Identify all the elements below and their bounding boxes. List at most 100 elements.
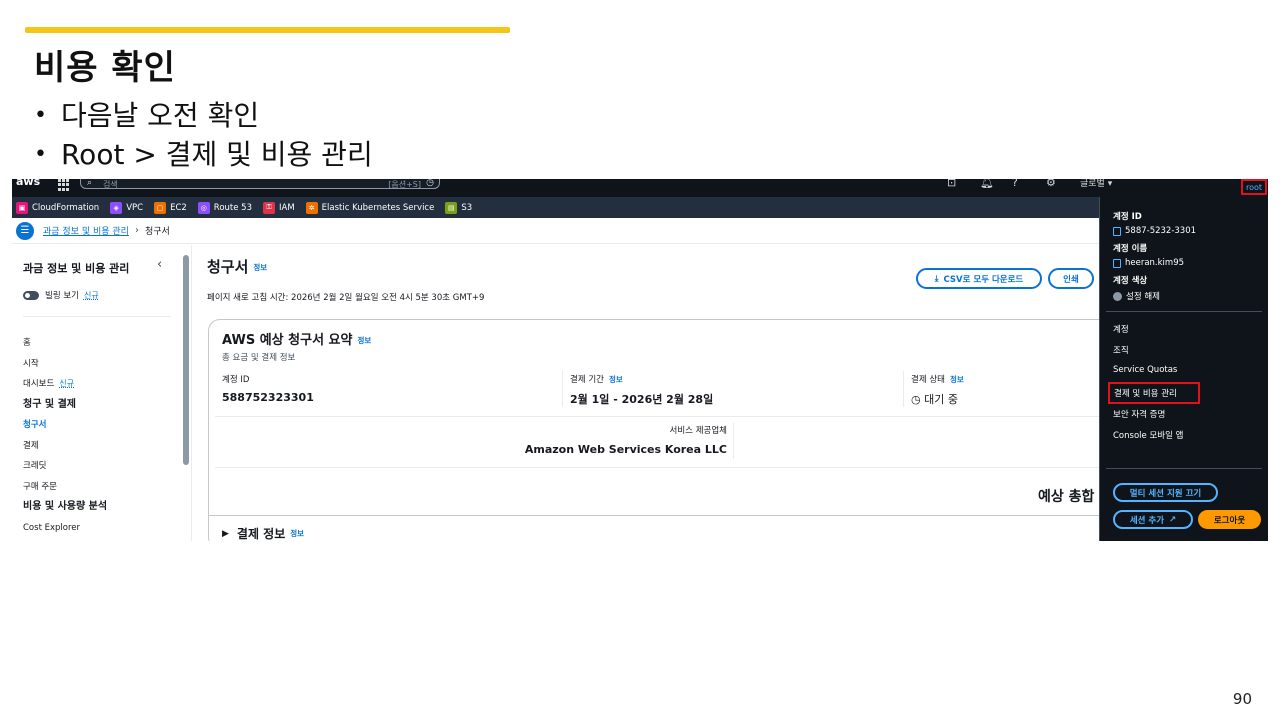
sidebar-item-label: 청구서 xyxy=(23,420,47,430)
favorite-iam[interactable]: ⚿ IAM xyxy=(263,201,295,214)
multi-session-off-button[interactable]: 멀티 세션 지원 끄기 xyxy=(1113,483,1218,502)
sidebar-item-label: 시작 xyxy=(23,358,39,369)
divider xyxy=(209,515,1129,516)
logout-button[interactable]: 로그아웃 xyxy=(1198,510,1261,529)
ec2-icon: ▢ xyxy=(154,201,167,214)
external-link-icon: ↗ xyxy=(1169,514,1177,525)
summary-title: AWS 예상 청구서 요약 정보 xyxy=(222,329,371,348)
help-icon[interactable]: ? xyxy=(1012,179,1018,189)
copy-icon[interactable] xyxy=(1113,258,1121,268)
favorite-eks[interactable]: ✲ Elastic Kubernetes Service xyxy=(305,201,435,214)
sidebar-item-credits[interactable]: 크레딧 xyxy=(23,456,107,477)
copy-icon[interactable] xyxy=(1113,226,1121,236)
sidebar-item-label: 크레딧 xyxy=(23,461,47,471)
aws-logo-icon[interactable]: aws xyxy=(16,179,40,188)
field-label: 결제 기간 정보 xyxy=(570,373,713,385)
info-link[interactable]: 정보 xyxy=(950,375,964,384)
clock-icon: ◷ xyxy=(911,393,925,406)
sidebar-item-getting-started[interactable]: 시작 xyxy=(23,354,107,375)
sidebar-item-purchase-orders[interactable]: 구매 주문 xyxy=(23,477,107,498)
sidebar-section-cost-usage: 비용 및 사용량 분석 xyxy=(23,497,107,518)
sidebar-scrollbar[interactable] xyxy=(183,255,189,465)
billing-status-field: 결제 상태 정보 ◷ 대기 중 xyxy=(911,373,964,407)
region-selector[interactable]: 글로벌 ▾ xyxy=(1080,179,1112,189)
slide-bullet-list: 다음날 오전 확인 Root > 결제 및 비용 관리 xyxy=(34,96,373,174)
field-label: 계정 ID xyxy=(222,375,250,385)
sidebar-item-dashboard[interactable]: 대시보드 신규 xyxy=(23,374,107,395)
sidebar-item-bills[interactable]: 청구서 xyxy=(23,415,107,436)
sidebar-item-label: 대시보드 xyxy=(23,379,55,389)
billing-view-toggle[interactable]: 빌링 보기 신규 xyxy=(23,289,99,301)
toggle-switch[interactable] xyxy=(23,290,39,300)
account-id-block: 계정 ID 5887-5232-3301 xyxy=(1113,210,1196,236)
title-accent-bar xyxy=(25,27,510,33)
sidebar-item-payments[interactable]: 결제 xyxy=(23,436,107,457)
favorite-route53[interactable]: ◎ Route 53 xyxy=(197,201,252,214)
menu-item-service-quotas[interactable]: Service Quotas xyxy=(1113,365,1177,375)
sidebar-item-home[interactable]: 홈 xyxy=(23,333,107,354)
search-input[interactable]: ⌕ 검색 [옵션+S] ◷ xyxy=(80,179,440,189)
vpc-icon: ◈ xyxy=(110,201,123,214)
info-link[interactable]: 정보 xyxy=(357,336,371,345)
account-dropdown-menu: 계정 ID 5887-5232-3301 계정 이름 heeran.kim95 … xyxy=(1099,197,1268,541)
add-session-button[interactable]: 세션 추가 ↗ xyxy=(1113,510,1193,529)
slide-bullet: 다음날 오전 확인 xyxy=(34,96,373,135)
route53-icon: ◎ xyxy=(197,201,210,214)
refresh-timestamp: 페이지 새로 고침 시간: 2026년 2월 2일 월요일 오전 4시 5분 3… xyxy=(207,293,485,303)
account-menu-button[interactable]: root xyxy=(1241,179,1267,195)
breadcrumb-link-billing[interactable]: 과금 정보 및 비용 관리 xyxy=(43,224,129,237)
sidebar-item-label: 홈 xyxy=(23,338,31,348)
collapse-chevron-icon[interactable]: ‹ xyxy=(157,257,162,272)
favorite-s3[interactable]: ▤ S3 xyxy=(445,201,472,214)
cloudshell-icon[interactable]: ⊡ xyxy=(947,179,956,189)
field-value: 2월 1일 - 2026년 2월 28일 xyxy=(570,393,714,406)
favorite-vpc[interactable]: ◈ VPC xyxy=(110,201,143,214)
favorite-ec2[interactable]: ▢ EC2 xyxy=(154,201,187,214)
iam-icon: ⚿ xyxy=(263,201,275,214)
account-id-text: 5887-5232-3301 xyxy=(1125,226,1197,236)
new-badge[interactable]: 신규 xyxy=(84,290,99,301)
new-badge[interactable]: 신규 xyxy=(59,374,74,395)
history-icon[interactable]: ◷ xyxy=(426,179,434,188)
field-label: 계정 이름 xyxy=(1113,244,1148,254)
divider xyxy=(23,316,171,317)
menu-item-billing-cost-management[interactable]: 결제 및 비용 관리 xyxy=(1108,382,1200,404)
menu-item-console-mobile-app[interactable]: Console 모바일 앱 xyxy=(1113,429,1183,441)
search-icon: ⌕ xyxy=(87,179,93,188)
favorite-cloudformation[interactable]: ▣ CloudFormation xyxy=(16,201,99,214)
sidebar-item-cost-explorer[interactable]: Cost Explorer xyxy=(23,518,107,539)
s3-icon: ▤ xyxy=(445,201,458,214)
field-label-text: 결제 기간 xyxy=(570,375,604,385)
account-name-text: heeran.kim95 xyxy=(1125,258,1185,268)
divider xyxy=(733,423,734,459)
account-color-block: 계정 색상 설정 해제 xyxy=(1113,274,1160,302)
estimated-total-label: 예상 총합 xyxy=(1038,489,1095,505)
settings-gear-icon[interactable]: ⚙ xyxy=(1046,179,1056,189)
sidebar-item-label: 결제 xyxy=(23,440,39,451)
field-value[interactable]: 설정 해제 xyxy=(1113,290,1160,302)
info-link[interactable]: 정보 xyxy=(609,375,623,384)
breadcrumb: ☰ 과금 정보 및 비용 관리 › 청구서 xyxy=(12,218,1268,244)
slide-bullet: Root > 결제 및 비용 관리 xyxy=(34,135,373,174)
info-link[interactable]: 정보 xyxy=(290,528,304,539)
favorite-label: Route 53 xyxy=(213,202,252,213)
chevron-right-icon: › xyxy=(134,225,139,236)
services-grid-icon[interactable] xyxy=(58,179,70,191)
menu-hamburger-icon[interactable]: ☰ xyxy=(16,221,34,240)
slide-title: 비용 확인 xyxy=(34,48,176,88)
menu-item-organization[interactable]: 조직 xyxy=(1113,344,1129,356)
field-label: 계정 ID xyxy=(1113,212,1142,222)
menu-item-security-credentials[interactable]: 보안 자격 증명 xyxy=(1113,408,1165,420)
favorite-label: Elastic Kubernetes Service xyxy=(321,202,435,213)
sidebar-section-label: 비용 및 사용량 분석 xyxy=(23,501,108,512)
top-navigation-bar: aws ⌕ 검색 [옵션+S] ◷ ⊡ 🔔︎ ? ⚙ 글로벌 ▾ root xyxy=(12,179,1268,197)
toggle-label: 빌링 보기 xyxy=(45,291,79,301)
menu-item-account[interactable]: 계정 xyxy=(1113,323,1129,335)
print-button[interactable]: 인쇄 xyxy=(1048,268,1094,289)
notification-bell-icon[interactable]: 🔔︎ xyxy=(980,179,994,189)
button-label: CSV로 모두 다운로드 xyxy=(943,274,1024,285)
info-link[interactable]: 정보 xyxy=(253,263,267,272)
field-label: 계정 색상 xyxy=(1113,276,1148,286)
payment-info-expander[interactable]: ▶ 결제 정보 정보 xyxy=(222,525,304,541)
download-csv-button[interactable]: ⤓ CSV로 모두 다운로드 xyxy=(916,268,1042,289)
